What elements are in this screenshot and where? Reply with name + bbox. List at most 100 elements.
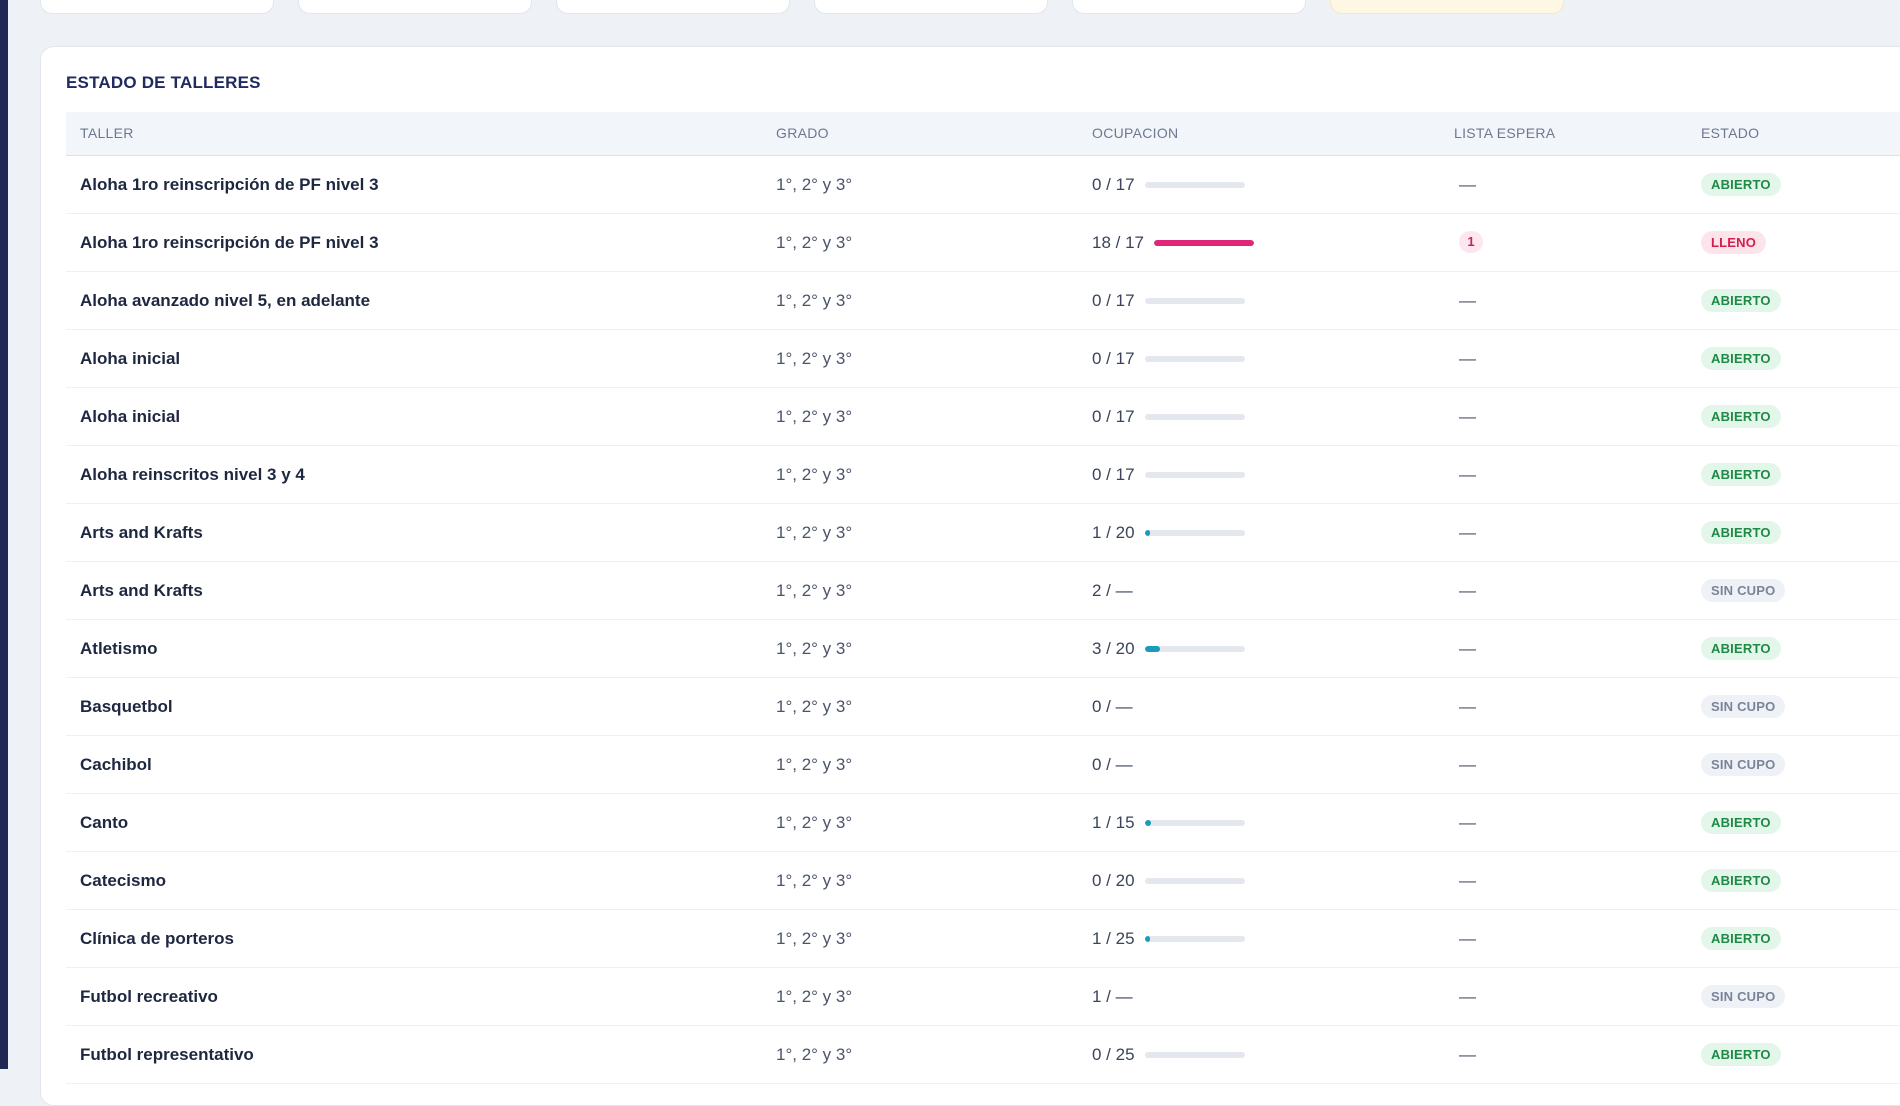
occupancy-bar-fill — [1144, 819, 1152, 826]
workshop-name[interactable]: Canto — [80, 794, 128, 851]
workshop-name[interactable]: Aloha avanzado nivel 5, en adelante — [80, 272, 370, 329]
column-header-taller[interactable]: TALLER — [80, 112, 134, 155]
table-row[interactable]: Canto 1°, 2° y 3° 1 / 15 — ABIERTO — [66, 794, 1900, 852]
waitlist-cell: 1 — [1459, 214, 1483, 253]
waitlist-empty: — — [1459, 465, 1476, 484]
status-badge: ABIERTO — [1701, 869, 1781, 892]
occupancy-cell: 0 / 17 — [1092, 272, 1245, 329]
stat-card-highlighted[interactable] — [1330, 0, 1564, 14]
table-header: TALLER GRADO OCUPACION LISTA ESPERA ESTA… — [66, 112, 1900, 156]
column-header-ocupacion[interactable]: OCUPACION — [1092, 112, 1178, 155]
table-row[interactable]: Clínica de porteros 1°, 2° y 3° 1 / 25 — ABI… — [66, 910, 1900, 968]
status-cell: ABIERTO — [1701, 330, 1781, 370]
grade-cell: 1°, 2° y 3° — [776, 581, 853, 600]
stat-card[interactable] — [40, 0, 274, 14]
occupancy-bar-fill — [1144, 645, 1160, 652]
table-row[interactable]: Aloha reinscritos nivel 3 y 4 1°, 2° y 3°… — [66, 446, 1900, 504]
waitlist-cell: — — [1459, 736, 1476, 793]
workshop-name[interactable]: Futbol recreativo — [80, 968, 218, 1025]
status-badge: ABIERTO — [1701, 521, 1781, 544]
waitlist-cell: — — [1459, 910, 1476, 967]
workshop-name[interactable]: Arts and Krafts — [80, 562, 203, 619]
table-row[interactable]: Futbol representativo 1°, 2° y 3° 0 / 25 — A… — [66, 1026, 1900, 1084]
waitlist-empty: — — [1459, 523, 1476, 542]
status-badge: ABIERTO — [1701, 289, 1781, 312]
occupancy-text: 0 / — — [1092, 754, 1133, 774]
stat-card[interactable] — [1072, 0, 1306, 14]
workshop-name[interactable]: Arts and Krafts — [80, 504, 203, 561]
occupancy-bar — [1144, 471, 1245, 478]
occupancy-text: 2 / — — [1092, 580, 1133, 600]
workshop-name[interactable]: Aloha inicial — [80, 330, 180, 387]
table-row[interactable]: Aloha 1ro reinscripción de PF nivel 3 1°,… — [66, 156, 1900, 214]
workshop-name[interactable]: Aloha inicial — [80, 388, 180, 445]
grade-cell: 1°, 2° y 3° — [776, 987, 853, 1006]
status-cell: SIN CUPO — [1701, 736, 1786, 776]
status-badge: LLENO — [1701, 231, 1767, 254]
occupancy-cell: 0 / 25 — [1092, 1026, 1245, 1083]
occupancy-bar — [1144, 645, 1245, 652]
occupancy-text: 0 / 17 — [1092, 174, 1135, 194]
workshop-name[interactable]: Cachibol — [80, 736, 152, 793]
grade-cell: 1°, 2° y 3° — [776, 755, 853, 774]
occupancy-cell: 1 / 20 — [1092, 504, 1245, 561]
workshops-table: TALLER GRADO OCUPACION LISTA ESPERA ESTA… — [66, 112, 1900, 1084]
status-badge: ABIERTO — [1701, 811, 1781, 834]
waitlist-cell: — — [1459, 330, 1476, 387]
workshop-name[interactable]: Basquetbol — [80, 678, 173, 735]
waitlist-empty: — — [1459, 291, 1476, 310]
occupancy-text: 0 / 17 — [1092, 406, 1135, 426]
status-cell: SIN CUPO — [1701, 678, 1786, 718]
workshop-name[interactable]: Catecismo — [80, 852, 166, 909]
waitlist-empty: — — [1459, 1045, 1476, 1064]
occupancy-bar-fill — [1144, 935, 1150, 942]
table-row[interactable]: Cachibol 1°, 2° y 3° 0 / — — SIN CUPO — [66, 736, 1900, 794]
table-row[interactable]: Futbol recreativo 1°, 2° y 3° 1 / — — SIN CU… — [66, 968, 1900, 1026]
table-row[interactable]: Aloha inicial 1°, 2° y 3° 0 / 17 — ABIERTO — [66, 388, 1900, 446]
column-header-lista-espera[interactable]: LISTA ESPERA — [1454, 112, 1555, 155]
occupancy-cell: 0 / 17 — [1092, 388, 1245, 445]
table-row[interactable]: Catecismo 1°, 2° y 3° 0 / 20 — ABIERTO — [66, 852, 1900, 910]
table-row[interactable]: Arts and Krafts 1°, 2° y 3° 2 / — — SIN CUPO — [66, 562, 1900, 620]
status-cell: ABIERTO — [1701, 272, 1781, 312]
workshop-name[interactable]: Aloha reinscritos nivel 3 y 4 — [80, 446, 305, 503]
grade-cell: 1°, 2° y 3° — [776, 523, 853, 542]
stat-card[interactable] — [298, 0, 532, 14]
waitlist-empty: — — [1459, 581, 1476, 600]
workshop-name[interactable]: Atletismo — [80, 620, 157, 677]
waitlist-empty: — — [1459, 929, 1476, 948]
table-row[interactable]: Aloha inicial 1°, 2° y 3° 0 / 17 — ABIERTO — [66, 330, 1900, 388]
column-header-estado[interactable]: ESTADO — [1701, 112, 1759, 155]
status-cell: ABIERTO — [1701, 388, 1781, 428]
stat-card[interactable] — [814, 0, 1048, 14]
status-cell: ABIERTO — [1701, 1026, 1781, 1066]
grade-cell: 1°, 2° y 3° — [776, 291, 853, 310]
occupancy-cell: 0 / 17 — [1092, 156, 1245, 213]
grade-cell: 1°, 2° y 3° — [776, 1045, 853, 1064]
workshop-name[interactable]: Futbol representativo — [80, 1026, 254, 1083]
occupancy-cell: 1 / 25 — [1092, 910, 1245, 967]
status-cell: ABIERTO — [1701, 794, 1781, 834]
status-badge: ABIERTO — [1701, 347, 1781, 370]
waitlist-cell: — — [1459, 446, 1476, 503]
stat-card[interactable] — [556, 0, 790, 14]
workshop-name[interactable]: Aloha 1ro reinscripción de PF nivel 3 — [80, 214, 379, 271]
column-header-grado[interactable]: GRADO — [776, 112, 829, 155]
occupancy-text: 0 / 17 — [1092, 290, 1135, 310]
workshop-name[interactable]: Aloha 1ro reinscripción de PF nivel 3 — [80, 156, 379, 213]
occupancy-text: 18 / 17 — [1092, 232, 1144, 252]
table-row[interactable]: Aloha avanzado nivel 5, en adelante 1°, 2… — [66, 272, 1900, 330]
workshop-name[interactable]: Clínica de porteros — [80, 910, 234, 967]
occupancy-text: 0 / 25 — [1092, 1044, 1135, 1064]
waitlist-cell: — — [1459, 156, 1476, 213]
status-badge: ABIERTO — [1701, 927, 1781, 950]
occupancy-text: 0 / 17 — [1092, 348, 1135, 368]
occupancy-text: 1 / 15 — [1092, 812, 1135, 832]
waitlist-cell: — — [1459, 1026, 1476, 1083]
table-row[interactable]: Arts and Krafts 1°, 2° y 3° 1 / 20 — ABIERTO — [66, 504, 1900, 562]
table-row[interactable]: Aloha 1ro reinscripción de PF nivel 3 1°,… — [66, 214, 1900, 272]
status-cell: SIN CUPO — [1701, 562, 1786, 602]
grade-cell: 1°, 2° y 3° — [776, 233, 853, 252]
table-row[interactable]: Basquetbol 1°, 2° y 3° 0 / — — SIN CUPO — [66, 678, 1900, 736]
table-row[interactable]: Atletismo 1°, 2° y 3° 3 / 20 — ABIERTO — [66, 620, 1900, 678]
